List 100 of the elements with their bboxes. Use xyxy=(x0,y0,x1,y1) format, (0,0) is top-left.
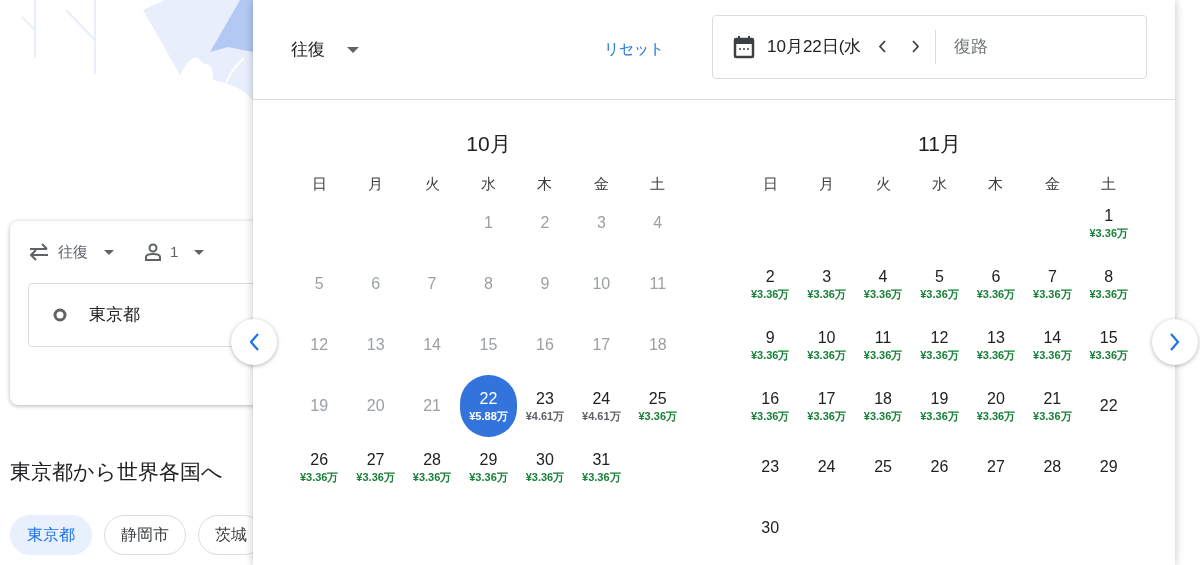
calendar-day: 15 xyxy=(479,332,498,357)
calendar-day[interactable]: 23 xyxy=(743,439,798,494)
calendar-day[interactable]: 5 ¥3.36万 xyxy=(912,256,967,311)
calendar-day[interactable]: 11 ¥3.36万 xyxy=(856,317,911,372)
swap-arrows-icon xyxy=(28,243,50,261)
weekday-label: 火 xyxy=(875,174,891,194)
fare-price: ¥3.36万 xyxy=(807,347,846,362)
fare-price: ¥4.61万 xyxy=(582,408,621,423)
calendar-day: 2 xyxy=(540,210,550,235)
calendar-day[interactable]: 19 ¥3.36万 xyxy=(912,378,967,433)
chevron-right-icon xyxy=(1170,333,1180,351)
calendar-day[interactable]: 2 ¥3.36万 xyxy=(743,256,798,311)
trip-type-dropdown[interactable]: 往復 xyxy=(291,36,359,63)
fare-price: ¥3.36万 xyxy=(638,408,678,423)
calendar-day: 9 xyxy=(540,271,550,296)
fare-price: ¥3.36万 xyxy=(807,408,846,423)
calendar-day: 8 xyxy=(484,271,493,296)
fare-price: ¥4.61万 xyxy=(525,408,565,423)
calendar-day[interactable]: 4 ¥3.36万 xyxy=(856,256,911,311)
calendar-day[interactable]: 31 ¥3.36万 xyxy=(574,439,629,494)
calendar-day[interactable]: 15 ¥3.36万 xyxy=(1081,317,1136,372)
fare-price: ¥3.36万 xyxy=(469,469,508,484)
fare-price: ¥3.36万 xyxy=(863,347,903,362)
calendar-day[interactable]: 24 ¥4.61万 xyxy=(574,378,629,433)
calendar-day[interactable]: 7 ¥3.36万 xyxy=(1025,256,1080,311)
calendar-day: 16 xyxy=(536,332,554,357)
month-title: 11月 xyxy=(917,131,962,156)
calendar-day: 21 xyxy=(423,393,441,418)
calendar-day[interactable]: 23 ¥4.61万 xyxy=(517,378,572,433)
calendar-day: 3 xyxy=(596,210,606,235)
passenger-dropdown[interactable]: 1 xyxy=(144,240,205,264)
calendar-day[interactable]: 29 xyxy=(1081,439,1136,494)
calendar-day[interactable]: 28 ¥3.36万 xyxy=(405,439,460,494)
section-heading: 東京都から世界各国へ xyxy=(10,459,223,485)
calendar-day[interactable]: 3 ¥3.36万 xyxy=(799,256,854,311)
calendar-day[interactable]: 22 ¥5.88万 xyxy=(460,374,517,437)
calendar-day: 14 xyxy=(423,332,441,357)
fare-price: ¥3.36万 xyxy=(750,286,790,301)
calendar-day: 4 xyxy=(653,210,663,235)
fare-price: ¥3.36万 xyxy=(863,408,903,423)
location-chip[interactable]: 静岡市 xyxy=(104,515,186,555)
calendar-day[interactable]: 18 ¥3.36万 xyxy=(856,378,911,433)
departure-date[interactable]: 10月22日(水 xyxy=(767,33,862,60)
calendar-day[interactable]: 16 ¥3.36万 xyxy=(743,378,798,433)
calendar-day[interactable]: 6 ¥3.36万 xyxy=(968,256,1023,311)
weekday-label: 月 xyxy=(819,174,835,194)
weekday-label: 水 xyxy=(481,174,496,194)
calendar-day: 18 xyxy=(648,332,667,357)
weekday-label: 木 xyxy=(537,174,553,194)
reset-button[interactable]: リセット xyxy=(604,38,664,61)
location-chip[interactable]: 東京都 xyxy=(10,515,92,555)
caret-icon xyxy=(194,249,205,255)
calendar-day: 5 xyxy=(314,271,324,296)
calendar-day: 7 xyxy=(427,271,437,296)
fare-price: ¥3.36万 xyxy=(863,286,903,301)
calendar-day[interactable]: 8 ¥3.36万 xyxy=(1081,256,1136,311)
calendar-day[interactable]: 27 xyxy=(968,439,1023,494)
calendar-day[interactable]: 17 ¥3.36万 xyxy=(799,378,854,433)
calendar-day[interactable]: 25 xyxy=(856,439,911,494)
calendar-day[interactable]: 13 ¥3.36万 xyxy=(968,317,1023,372)
fare-price: ¥3.36万 xyxy=(525,469,565,484)
calendar-day[interactable]: 26 ¥3.36万 xyxy=(292,439,347,494)
weekday-label: 金 xyxy=(593,174,609,194)
calendar-day[interactable]: 28 xyxy=(1025,439,1080,494)
calendar-day[interactable]: 24 xyxy=(799,439,854,494)
calendar-day[interactable]: 29 ¥3.36万 xyxy=(461,439,516,494)
calendar-day[interactable]: 9 ¥3.36万 xyxy=(743,317,798,372)
calendar-day[interactable]: 30 ¥3.36万 xyxy=(517,439,572,494)
calendar-day: 1 xyxy=(484,210,493,235)
calendar-day[interactable]: 25 ¥3.36万 xyxy=(630,378,685,433)
calendar-day[interactable]: 1 ¥3.36万 xyxy=(1081,195,1136,250)
trip-type-dropdown[interactable]: 往復 xyxy=(28,240,114,264)
calendar-day[interactable]: 30 xyxy=(743,500,798,555)
calendar-day: 11 xyxy=(649,271,667,296)
calendar-day: 10 xyxy=(592,271,611,296)
return-date-field[interactable]: 復路 xyxy=(954,33,1105,60)
fare-price: ¥3.36万 xyxy=(750,347,790,362)
calendar-day[interactable]: 22 xyxy=(1081,378,1136,433)
calendar-day: 20 xyxy=(366,393,385,418)
circle-icon xyxy=(53,308,67,322)
calendar-day[interactable]: 14 ¥3.36万 xyxy=(1025,317,1080,372)
calendar-day[interactable]: 27 ¥3.36万 xyxy=(348,439,403,494)
fare-price: ¥5.88万 xyxy=(469,408,508,423)
fare-price: ¥3.36万 xyxy=(920,286,959,301)
person-icon xyxy=(144,243,162,261)
fare-price: ¥3.36万 xyxy=(1089,347,1129,362)
fare-price: ¥3.36万 xyxy=(976,286,1016,301)
calendar-day[interactable]: 26 xyxy=(912,439,967,494)
location-chip[interactable]: 茨城 xyxy=(198,515,253,555)
fare-price: ¥3.36万 xyxy=(976,347,1016,362)
calendar-day[interactable]: 10 ¥3.36万 xyxy=(799,317,854,372)
weekday-label: 木 xyxy=(988,174,1004,194)
calendar-day[interactable]: 20 ¥3.36万 xyxy=(968,378,1023,433)
fare-price: ¥3.36万 xyxy=(1089,225,1129,240)
fare-price: ¥3.36万 xyxy=(582,469,621,484)
calendar-day[interactable]: 12 ¥3.36万 xyxy=(912,317,967,372)
fare-price: ¥3.36万 xyxy=(1033,347,1072,362)
calendar-day[interactable]: 21 ¥3.36万 xyxy=(1025,378,1080,433)
chevron-left-icon xyxy=(249,333,259,351)
weekday-label: 月 xyxy=(368,174,384,194)
